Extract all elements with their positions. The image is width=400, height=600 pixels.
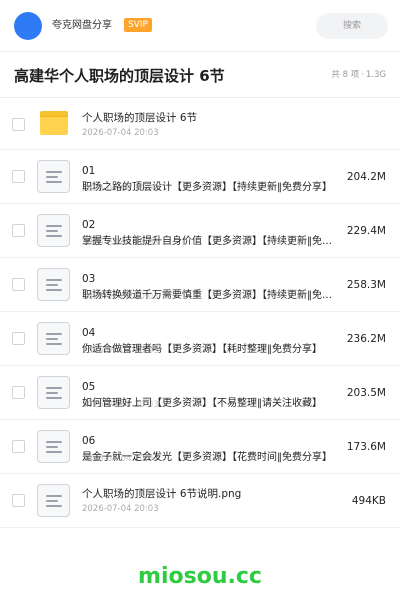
file-title: 是金子就一定会发光【更多资源】【花费时间‖免费分享】	[82, 452, 332, 463]
file-name: 个人职场的顶层设计 6节	[82, 112, 198, 124]
file-number: 02	[82, 219, 96, 231]
page-title: 高建华个人职场的顶层设计 6节	[14, 67, 225, 85]
row-checkbox[interactable]	[12, 332, 25, 345]
file-row[interactable]: 2026-07-04 20:03 03 职场转换频道千万需要慎重【更多资源】【持…	[0, 258, 400, 312]
row-checkbox[interactable]	[12, 278, 25, 291]
file-date: 2026-07-04 20:03	[82, 128, 159, 138]
file-size: 494KB	[351, 495, 386, 507]
file-size: 236.2M	[346, 333, 386, 345]
watermark: miosou.cc	[138, 564, 262, 589]
file-size: 229.4M	[346, 225, 386, 237]
file-number: 01	[82, 165, 96, 177]
row-checkbox[interactable]	[12, 170, 25, 183]
document-icon	[37, 214, 70, 247]
file-number: 06	[82, 435, 96, 447]
document-icon	[37, 430, 70, 463]
svip-badge: SVIP	[124, 18, 152, 32]
file-row[interactable]: 2026-07-04 20:03 04 你适合做管理者吗【更多资源】【耗时整理‖…	[0, 312, 400, 366]
file-row-folder[interactable]: 个人职场的顶层设计 6节 2026-07-04 20:03	[0, 98, 400, 150]
share-name: 夸克网盘分享	[52, 20, 112, 31]
row-checkbox[interactable]	[12, 386, 25, 399]
file-row[interactable]: 2026-07-04 20:03 06 是金子就一定会发光【更多资源】【花费时间…	[0, 420, 400, 474]
file-title: 如何管理好上司【更多资源】【不易整理‖请关注收藏】	[82, 398, 322, 409]
folder-header: 高建华个人职场的顶层设计 6节 共 8 项 · 1.3G	[0, 52, 400, 98]
total-size: 1.3G	[365, 70, 386, 80]
document-icon	[37, 376, 70, 409]
file-title: 职场之路的顶层设计【更多资源】【持续更新‖免费分享】	[82, 182, 332, 193]
file-row[interactable]: 2026-07-04 20:03 02 掌握专业技能提升自身价值【更多资源】【持…	[0, 204, 400, 258]
meta-separator: ·	[361, 70, 364, 80]
folder-meta: 共 8 项 · 1.3G	[331, 69, 386, 81]
file-date: 2026-07-04 20:03	[82, 504, 159, 514]
file-title: 你适合做管理者吗【更多资源】【耗时整理‖免费分享】	[82, 344, 322, 355]
file-name: 个人职场的顶层设计 6节说明.png	[82, 488, 242, 500]
file-row[interactable]: 2026-07-04 20:03 05 如何管理好上司【更多资源】【不易整理‖请…	[0, 366, 400, 420]
file-size: 173.6M	[346, 441, 386, 453]
file-list: 个人职场的顶层设计 6节 2026-07-04 20:03 2026-07-04…	[0, 98, 400, 528]
row-checkbox[interactable]	[12, 494, 25, 507]
file-title: 职场转换频道千万需要慎重【更多资源】【持续更新‖免费分享】	[82, 290, 340, 301]
item-count: 共 8 项	[331, 70, 360, 80]
avatar[interactable]	[14, 12, 42, 40]
document-icon	[37, 322, 70, 355]
row-checkbox[interactable]	[12, 118, 25, 131]
document-icon	[37, 268, 70, 301]
row-checkbox[interactable]	[12, 440, 25, 453]
top-bar: 夸克网盘分享 SVIP	[0, 0, 400, 52]
file-title: 掌握专业技能提升自身价值【更多资源】【持续更新‖免费分享】	[82, 236, 340, 247]
search-input[interactable]	[316, 13, 388, 39]
file-number: 05	[82, 381, 96, 393]
file-row[interactable]: 2026-07-04 20:03 01 职场之路的顶层设计【更多资源】【持续更新…	[0, 150, 400, 204]
image-file-icon	[37, 484, 70, 517]
row-checkbox[interactable]	[12, 224, 25, 237]
file-row[interactable]: 个人职场的顶层设计 6节说明.png 2026-07-04 20:03 494K…	[0, 474, 400, 528]
file-number: 03	[82, 273, 96, 285]
file-number: 04	[82, 327, 96, 339]
file-size: 258.3M	[346, 279, 386, 291]
folder-icon	[40, 111, 68, 135]
document-icon	[37, 160, 70, 193]
file-size: 203.5M	[346, 387, 386, 399]
file-size: 204.2M	[346, 171, 386, 183]
